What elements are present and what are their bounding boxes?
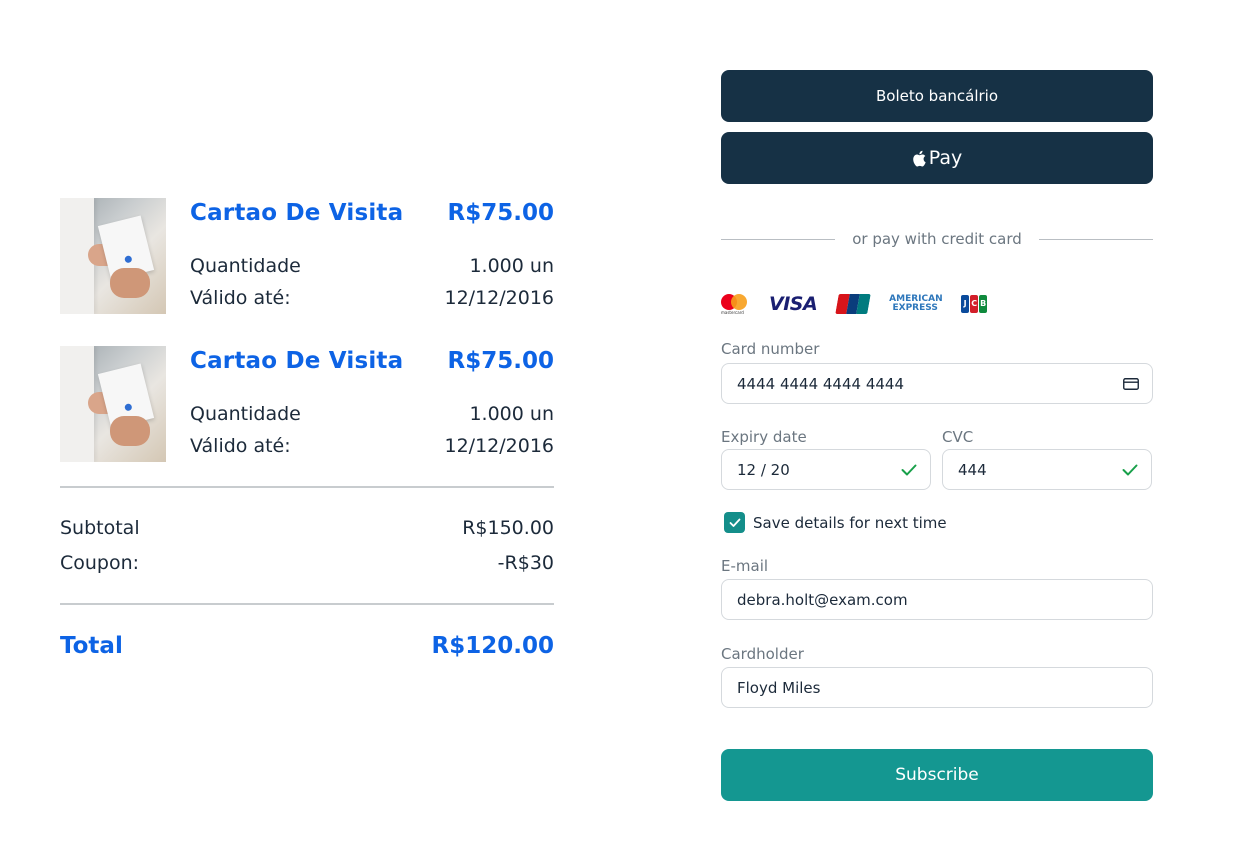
subtotal-label: Subtotal — [60, 517, 140, 539]
apple-icon — [912, 150, 926, 166]
card-number-group: Card number 4444 4444 4444 4444 — [721, 340, 1153, 404]
visa-icon: VISA — [769, 293, 818, 315]
save-details-row: Save details for next time — [721, 512, 1153, 533]
mastercard-icon: mastercard — [721, 292, 749, 316]
item-price: R$75.00 — [447, 200, 554, 226]
quantity-value: 1.000 un — [469, 403, 554, 425]
jcb-icon: J C B — [961, 295, 988, 313]
total-value: R$120.00 — [431, 633, 554, 659]
quantity-label: Quantidade — [190, 255, 301, 277]
card-number-label: Card number — [721, 340, 820, 358]
cardholder-label: Cardholder — [721, 645, 804, 663]
expiry-group: Expiry date 12 / 20 — [721, 428, 931, 490]
total-label: Total — [60, 633, 123, 659]
subtotal-value: R$150.00 — [462, 517, 554, 539]
mastercard-caption: mastercard — [721, 310, 744, 315]
checkmark-icon — [729, 518, 740, 527]
quantity-row: Quantidade 1.000 un — [190, 403, 554, 425]
subtotal-row: Subtotal R$150.00 — [60, 517, 554, 539]
expiry-cvc-row: Expiry date 12 / 20 CVC 444 — [721, 428, 1153, 490]
apple-pay-label: Pay — [928, 147, 963, 169]
expiry-field[interactable]: 12 / 20 — [721, 449, 931, 490]
apple-pay-button[interactable]: Pay — [721, 132, 1153, 184]
card-brands: mastercard VISA AMERICAN EXPRESS J C B — [721, 292, 1153, 316]
valid-label: Válido até: — [190, 435, 291, 457]
boleto-button[interactable]: Boleto bancálrio — [721, 70, 1153, 122]
credit-card-icon — [1123, 377, 1139, 390]
valid-row: Válido até: 12/12/2016 — [190, 435, 554, 457]
boleto-button-label: Boleto bancálrio — [875, 87, 999, 105]
coupon-value: -R$30 — [497, 552, 554, 574]
cardholder-group: Cardholder Floyd Miles — [721, 645, 1153, 708]
valid-label: Válido até: — [190, 287, 291, 309]
jcb-letter: C — [970, 295, 979, 313]
email-value: debra.holt@exam.com — [737, 590, 908, 609]
total-divider — [60, 603, 554, 605]
check-icon — [901, 464, 917, 475]
card-number-field[interactable]: 4444 4444 4444 4444 — [721, 363, 1153, 404]
cardholder-value: Floyd Miles — [737, 678, 821, 697]
quantity-row: Quantidade 1.000 un — [190, 255, 554, 277]
summary-divider — [60, 486, 554, 488]
cvc-value: 444 — [958, 460, 987, 479]
subscribe-button-label: Subscribe — [895, 765, 979, 785]
expiry-label: Expiry date — [721, 428, 807, 446]
or-divider: or pay with credit card — [721, 228, 1153, 250]
cardholder-field[interactable]: Floyd Miles — [721, 667, 1153, 708]
expiry-value: 12 / 20 — [737, 460, 790, 479]
item-name: Cartao De Visita — [190, 348, 404, 374]
total-row: Total R$120.00 — [60, 633, 554, 659]
amex-icon: AMERICAN EXPRESS — [889, 294, 943, 313]
card-number-value: 4444 4444 4444 4444 — [737, 374, 904, 393]
cvc-group: CVC 444 — [942, 428, 1152, 490]
order-item: Cartao De Visita R$75.00 Quantidade 1.00… — [60, 198, 554, 314]
order-item: Cartao De Visita R$75.00 Quantidade 1.00… — [60, 346, 554, 462]
valid-value: 12/12/2016 — [444, 287, 554, 309]
valid-value: 12/12/2016 — [444, 435, 554, 457]
coupon-row: Coupon: -R$30 — [60, 552, 554, 574]
email-label: E-mail — [721, 557, 769, 575]
check-icon — [1122, 464, 1138, 475]
item-price: R$75.00 — [447, 348, 554, 374]
email-field[interactable]: debra.holt@exam.com — [721, 579, 1153, 620]
email-group: E-mail debra.holt@exam.com — [721, 557, 1153, 620]
cvc-field[interactable]: 444 — [942, 449, 1152, 490]
cvc-label: CVC — [942, 428, 974, 446]
order-summary: Cartao De Visita R$75.00 Quantidade 1.00… — [60, 198, 554, 494]
product-image — [60, 198, 166, 314]
payment-form: Boleto bancálrio Pay or pay with credit … — [721, 70, 1153, 801]
jcb-letter: J — [961, 295, 970, 313]
coupon-label: Coupon: — [60, 552, 140, 574]
item-name: Cartao De Visita — [190, 200, 404, 226]
unionpay-icon — [835, 294, 871, 314]
valid-row: Válido até: 12/12/2016 — [190, 287, 554, 309]
quantity-value: 1.000 un — [469, 255, 554, 277]
jcb-letter: B — [979, 295, 988, 313]
or-divider-text: or pay with credit card — [852, 230, 1022, 248]
subscribe-button[interactable]: Subscribe — [721, 749, 1153, 801]
save-details-checkbox[interactable] — [724, 512, 745, 533]
save-details-label: Save details for next time — [753, 513, 947, 532]
product-image — [60, 346, 166, 462]
quantity-label: Quantidade — [190, 403, 301, 425]
